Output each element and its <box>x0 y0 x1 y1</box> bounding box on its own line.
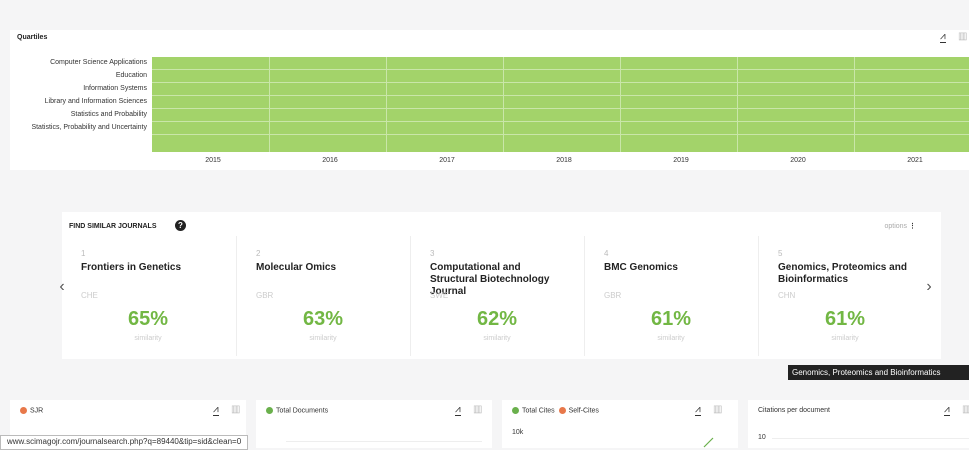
card-similarity-percent: 65% <box>127 308 169 330</box>
card-journal-name[interactable]: Genomics, Proteomics and Bioinformatics <box>778 262 918 286</box>
card-similarity-percent: 61% <box>650 308 692 330</box>
panel-title: SJR <box>30 407 44 415</box>
total-cites-title: Total Cites Self-Cites <box>512 407 599 414</box>
citations-per-document-panel: Citations per document ⩘ ▥ 10 <box>748 400 969 448</box>
year-label: 2016 <box>322 157 338 164</box>
quartiles-panel: Quartiles ⩘ ▥ Computer Science Applicati… <box>10 30 969 170</box>
year-label: 2019 <box>673 157 689 164</box>
card-similarity-percent: 61% <box>824 308 866 330</box>
card-country: CHE <box>81 291 98 300</box>
total-documents-panel: Total Documents ⩘ ▥ <box>256 400 492 448</box>
similar-journal-card[interactable]: 4 BMC Genomics GBR 61% similarity <box>584 236 757 356</box>
card-similarity-label: similarity <box>483 335 511 342</box>
card-similarity-label: similarity <box>309 335 337 342</box>
sjr-legend-dot <box>20 407 27 414</box>
trend-chart-icon[interactable]: ⩘ <box>213 404 219 416</box>
table-icon[interactable]: ▥ <box>962 404 969 415</box>
table-icon[interactable]: ▥ <box>231 404 240 415</box>
year-label: 2020 <box>790 157 806 164</box>
trend-chart-icon[interactable]: ⩘ <box>695 404 701 416</box>
similar-journal-card[interactable]: 5 Genomics, Proteomics and Bioinformatic… <box>758 236 931 356</box>
card-rank: 1 <box>81 249 86 258</box>
card-journal-name[interactable]: Computational and Structural Biotechnolo… <box>430 262 570 298</box>
chevron-right-icon[interactable]: › <box>921 276 937 300</box>
panel-title: Total Cites <box>522 407 555 415</box>
options-menu[interactable]: options ⋮ <box>884 222 916 230</box>
legend-dot <box>512 407 519 414</box>
card-rank: 5 <box>778 249 783 258</box>
card-journal-name[interactable]: BMC Genomics <box>604 262 744 274</box>
trend-chart-icon[interactable]: ⩘ <box>940 31 946 43</box>
trend-chart-icon[interactable]: ⩘ <box>944 404 950 416</box>
card-rank: 3 <box>430 249 435 258</box>
card-similarity-label: similarity <box>134 335 162 342</box>
options-label: options <box>884 223 908 230</box>
year-label: 2015 <box>205 157 221 164</box>
quartile-grid <box>152 57 969 152</box>
year-label: 2018 <box>556 157 572 164</box>
card-similarity-label: similarity <box>831 335 859 342</box>
panel-title-2: Self-Cites <box>568 407 599 415</box>
card-journal-name[interactable]: Molecular Omics <box>256 262 396 274</box>
row-label: Library and Information Sciences <box>44 98 147 105</box>
similar-journal-card[interactable]: 2 Molecular Omics GBR 63% similarity <box>236 236 409 356</box>
panel-title: Total Documents <box>276 407 329 415</box>
card-rank: 4 <box>604 249 609 258</box>
row-label: Statistics and Probability <box>70 111 147 118</box>
chevron-left-icon[interactable]: ‹ <box>54 276 70 300</box>
similar-journal-card[interactable]: 1 Frontiers in Genetics CHE 65% similari… <box>62 236 234 356</box>
trend-line <box>703 437 714 448</box>
card-journal-name[interactable]: Frontiers in Genetics <box>81 262 221 274</box>
kebab-icon: ⋮ <box>909 223 916 230</box>
citations-per-document-title: Citations per document <box>758 407 830 414</box>
quartiles-title: Quartiles <box>17 34 48 41</box>
card-country: GBR <box>256 291 274 300</box>
card-similarity-percent: 62% <box>476 308 518 330</box>
y-axis-label: 10 <box>758 434 766 441</box>
card-country: SWE <box>430 291 449 300</box>
similar-journals-title: FIND SIMILAR JOURNALS <box>69 223 157 230</box>
total-cites-panel: Total Cites Self-Cites ⩘ ▥ 10k <box>502 400 738 448</box>
similar-journal-card[interactable]: 3 Computational and Structural Biotechno… <box>410 236 583 356</box>
table-icon[interactable]: ▥ <box>473 404 482 415</box>
trend-chart-icon[interactable]: ⩘ <box>455 404 461 416</box>
card-similarity-label: similarity <box>657 335 685 342</box>
row-label: Statistics, Probability and Uncertainty <box>31 124 147 131</box>
table-icon[interactable]: ▥ <box>713 404 722 415</box>
journal-name-tooltip: Genomics, Proteomics and Bioinformatics <box>788 365 969 380</box>
legend-dot <box>266 407 273 414</box>
card-country: CHN <box>778 291 796 300</box>
total-documents-title: Total Documents <box>266 407 328 414</box>
sjr-title: SJR <box>20 407 43 414</box>
legend-dot <box>558 407 566 414</box>
help-icon[interactable]: ? <box>175 220 186 231</box>
row-label: Education <box>115 72 147 79</box>
card-country: GBR <box>604 291 622 300</box>
row-label: Information Systems <box>83 85 147 92</box>
row-label: Computer Science Applications <box>50 59 147 66</box>
card-rank: 2 <box>256 249 261 258</box>
table-icon[interactable]: ▥ <box>958 31 967 42</box>
year-label: 2017 <box>439 157 455 164</box>
y-axis-label: 10k <box>512 429 524 436</box>
card-similarity-percent: 63% <box>302 308 344 330</box>
year-label: 2021 <box>907 157 923 164</box>
